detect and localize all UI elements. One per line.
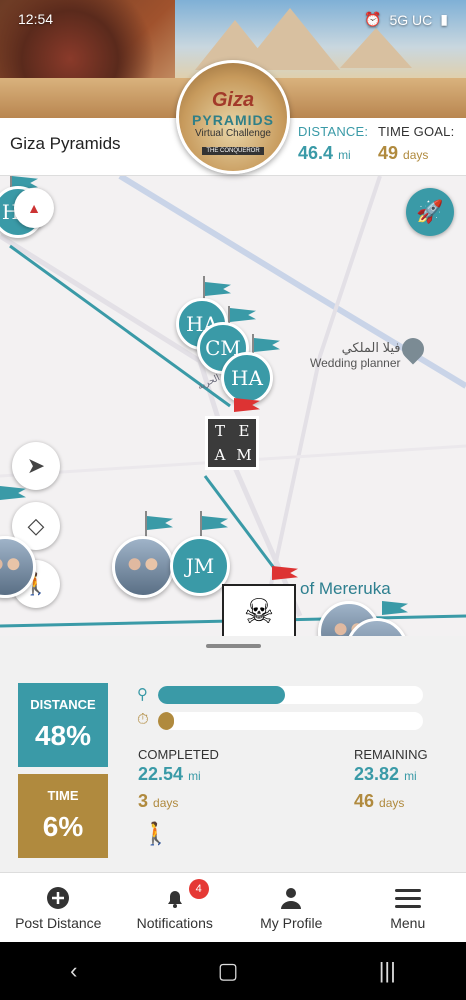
nav-notifications[interactable]: 4 Notifications [117,873,234,942]
remaining-miles: 23.82 [354,764,400,784]
distance-percent-box: DISTANCE 48% [18,683,108,767]
distance-box-value: 48% [34,720,92,751]
stopwatch-icon: ⏱ [137,711,149,728]
nav-label: Menu [390,915,426,931]
remaining-days-unit: days [379,796,405,810]
logo-brand: THE CONQUEROR [202,147,264,155]
time-goal-value: 49 [378,143,399,163]
map-roads [0,176,466,636]
nav-label: My Profile [260,915,323,931]
completed-label: COMPLETED [138,747,219,762]
walking-person-icon: 🚶 [142,821,170,846]
time-progress-bar [158,712,423,730]
team-letter: M [236,446,252,464]
battery-icon: ▮ [440,11,448,27]
participant-pin-jm[interactable]: JM [170,536,230,596]
distance-goal-label: DISTANCE: [298,124,369,139]
place-label: of Mereruka [300,579,391,598]
alarm-icon: ⏰ [364,11,382,27]
plus-circle-icon [45,885,71,911]
time-goal: TIME GOAL: 49 days [378,124,454,164]
nav-post-distance[interactable]: Post Distance [0,873,117,942]
home-icon[interactable]: ▢ [218,958,239,984]
person-icon [278,885,304,911]
poi-wedding-planner[interactable]: فيلا الملكي Wedding planner [310,340,401,370]
team-marker[interactable]: T E A M [205,416,259,470]
nav-label: Post Distance [15,915,102,931]
route-map[interactable]: شارع الحرية فيلا الملكي Wedding planner … [0,176,466,636]
time-box-label: TIME [47,788,79,803]
time-progress-fill [158,712,174,730]
distance-progress-fill [158,686,286,704]
participant-photo[interactable] [112,536,174,598]
notification-count-badge: 4 [188,879,209,899]
distance-goal-value: 46.4 [298,143,334,163]
distance-goal: DISTANCE: 46.4 mi [298,124,368,164]
time-box-value: 6% [42,811,84,842]
bottom-nav: Post Distance 4 Notifications My Profile… [0,872,466,942]
remaining-label: REMAINING [354,747,428,762]
distance-box-label: DISTANCE [30,697,96,712]
rocket-icon[interactable]: 🚀 [406,188,454,236]
challenge-name: Giza Pyramids [10,134,121,153]
remaining-days: 46 [354,791,375,811]
logo-title: Giza [211,89,255,111]
network-type: 5G UC [389,11,433,28]
time-goal-label: TIME GOAL: [378,124,455,139]
completed-miles-unit: mi [188,769,201,783]
nav-menu[interactable]: Menu [350,873,466,942]
participant-pin-ha-2[interactable]: HA [221,352,273,404]
bell-icon [162,885,188,911]
team-letter: E [238,422,250,440]
completed-days: 3 [138,791,149,811]
time-percent-box: TIME 6% [18,774,108,858]
skull-icon[interactable]: ☠ [222,584,296,636]
status-bar: 12:54 ⏰ 5G UC ▮ [18,11,448,28]
navigation-arrow-icon[interactable]: ➤ [12,442,60,490]
distance-goal-unit: mi [338,148,351,162]
hamburger-icon [394,885,421,911]
completed-days-unit: days [153,796,179,810]
time-goal-unit: days [403,148,429,162]
pyramid-shape [340,28,412,68]
challenge-logo: Giza PYRAMIDS Virtual Challenge THE CONQ… [176,60,290,174]
stats-panel: DISTANCE 48% TIME 6% ⚲ ⏱ COMPLETED 22.54… [0,636,466,872]
nav-my-profile[interactable]: My Profile [233,873,350,942]
nav-label: Notifications [136,915,213,931]
status-time: 12:54 [18,11,54,27]
compass-icon[interactable]: ▲ [14,188,54,228]
logo-tagline: Virtual Challenge [195,128,271,139]
team-letter: T [214,422,225,440]
back-icon[interactable]: ‹ [70,958,77,984]
completed-miles: 22.54 [138,764,184,784]
drag-handle[interactable] [206,644,261,648]
location-pin-icon: ⚲ [137,686,148,703]
logo-subtitle: PYRAMIDS [192,112,274,128]
recents-icon[interactable]: ||| [379,958,396,984]
remaining-miles-unit: mi [404,769,417,783]
system-nav-bar: ‹ ▢ ||| [0,942,466,1000]
team-letter: A [214,446,226,464]
poi-arabic-name: فيلا الملكي [341,340,401,355]
poi-category: Wedding planner [310,356,401,370]
distance-progress-bar [158,686,423,704]
